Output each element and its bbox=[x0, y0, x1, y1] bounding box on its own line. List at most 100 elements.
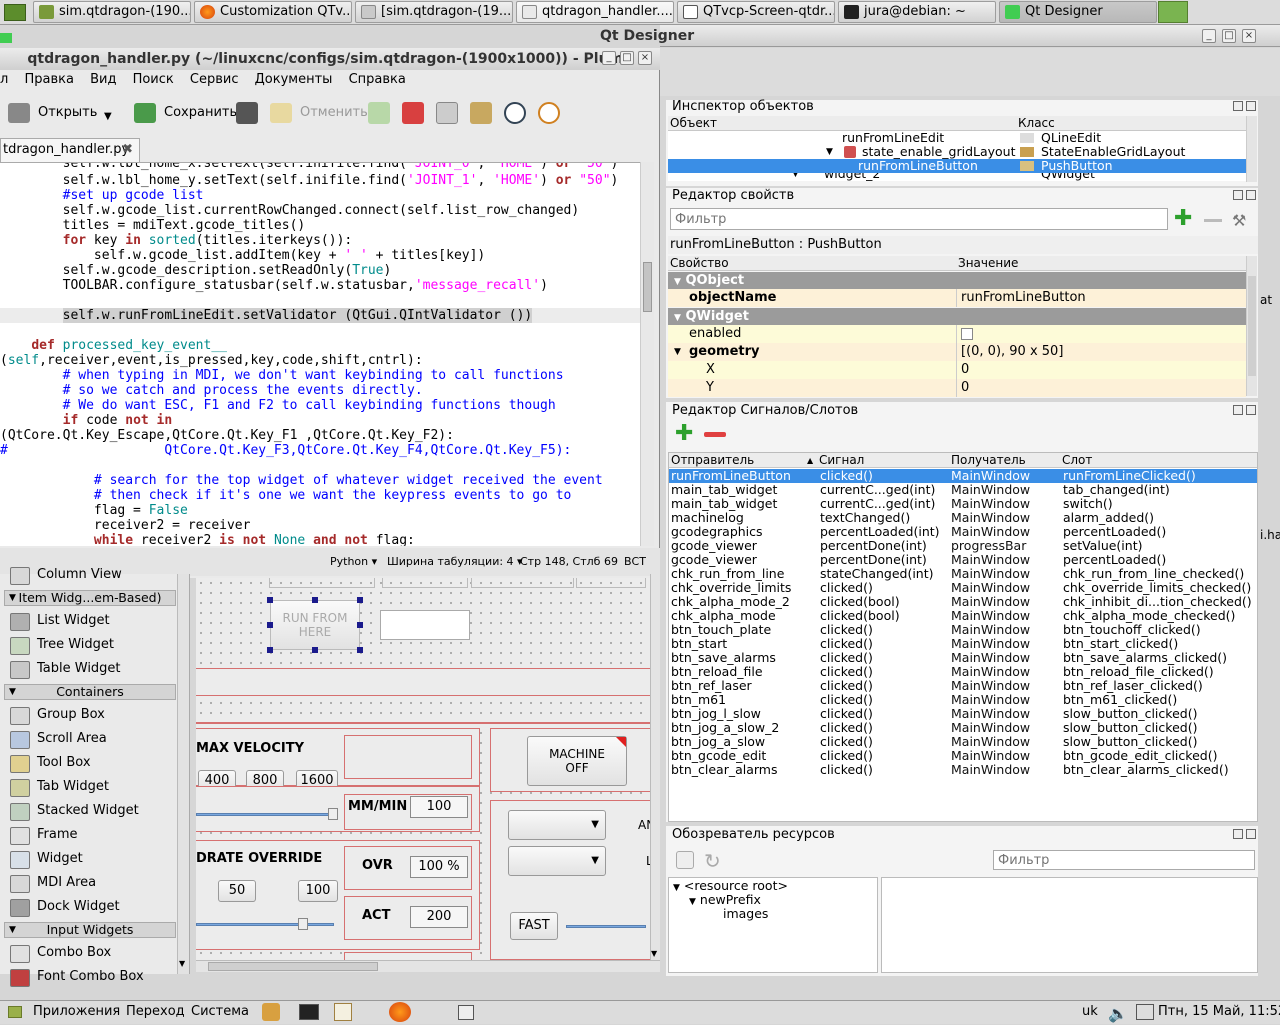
widget-item[interactable]: Frame bbox=[10, 824, 78, 848]
terminal-launcher-icon[interactable] bbox=[299, 1004, 319, 1020]
save-button[interactable]: Сохранить bbox=[130, 100, 237, 126]
enabled-checkbox[interactable] bbox=[961, 328, 973, 340]
fast-button[interactable]: FAST bbox=[510, 912, 558, 940]
editor-scrollbar[interactable] bbox=[640, 162, 654, 546]
task-firefox[interactable]: Customization QTv... bbox=[194, 1, 352, 23]
signal-slot-row[interactable]: chk_override_limits clicked() MainWindow ch… bbox=[669, 581, 1257, 595]
inspector-row[interactable]: ▼ widget_2 QWidget bbox=[668, 173, 1246, 181]
reload-icon[interactable]: ↻ bbox=[704, 849, 721, 873]
add-connection-icon[interactable]: ✚ bbox=[675, 423, 693, 445]
signal-slot-row[interactable]: btn_reload_file clicked() MainWindow btn_re… bbox=[669, 665, 1257, 679]
signal-slot-row[interactable]: machinelog textChanged() MainWindow alarm_a… bbox=[669, 511, 1257, 525]
form-canvas[interactable]: RUN FROM HERE MAX VELOCITY 400 800 1600 … bbox=[196, 578, 650, 960]
float-icon[interactable] bbox=[1233, 101, 1243, 111]
feed-slider[interactable] bbox=[196, 923, 334, 926]
run-from-line-button[interactable]: RUN FROM HERE bbox=[270, 600, 360, 650]
remove-connection-icon[interactable] bbox=[704, 432, 726, 437]
widget-item[interactable]: Group Box bbox=[10, 704, 105, 728]
volume-icon[interactable]: 🔈 bbox=[1108, 1003, 1128, 1025]
redo-icon[interactable] bbox=[368, 102, 390, 124]
property-filter-input[interactable] bbox=[670, 208, 1168, 230]
close-button[interactable]: × bbox=[1242, 29, 1256, 43]
keyboard-layout[interactable]: uk bbox=[1082, 1001, 1098, 1023]
resource-filter-input[interactable] bbox=[993, 850, 1255, 870]
inspector-row-selected[interactable]: runFromLineButton PushButton bbox=[668, 159, 1246, 173]
widget-item[interactable]: Stacked Widget bbox=[10, 800, 139, 824]
property-group-qobject[interactable]: ▼ QObject bbox=[668, 272, 1246, 289]
property-row[interactable]: ▼ geometry [(0, 0), 90 x 50] bbox=[668, 343, 1246, 361]
widget-item[interactable]: Column View bbox=[10, 564, 122, 588]
widget-item[interactable]: List Widget bbox=[10, 610, 110, 634]
copy-icon[interactable] bbox=[436, 102, 458, 124]
signal-slot-row[interactable]: btn_jog_l_slow clicked() MainWindow slow_bu… bbox=[669, 707, 1257, 721]
widget-item[interactable]: Tool Box bbox=[10, 752, 91, 776]
applications-menu[interactable]: Приложения bbox=[33, 1001, 120, 1023]
collapse-arrow-icon[interactable]: ▼ bbox=[792, 173, 799, 181]
property-row[interactable]: Y 0 bbox=[668, 379, 1246, 397]
property-group-qwidget[interactable]: ▼ QWidget bbox=[668, 308, 1246, 325]
search-icon[interactable] bbox=[504, 102, 526, 124]
velocity-slider-handle[interactable] bbox=[328, 808, 338, 820]
signal-slot-row[interactable]: btn_m61 clicked() MainWindow btn_m61_clicke… bbox=[669, 693, 1257, 707]
maximize-button[interactable]: □ bbox=[1222, 29, 1236, 43]
signal-slot-row[interactable]: btn_jog_a_slow clicked() MainWindow slow_bu… bbox=[669, 735, 1257, 749]
signal-slot-row[interactable]: btn_save_alarms clicked() MainWindow btn_sa… bbox=[669, 651, 1257, 665]
combo-box-1[interactable]: ▼ bbox=[508, 810, 606, 840]
task-pluma[interactable]: qtdragon_handler.... bbox=[516, 1, 674, 23]
task-qtvcp[interactable]: QTvcp-Screen-qtdr... bbox=[677, 1, 835, 23]
document-tab[interactable]: tdragon_handler.py ✖ bbox=[0, 138, 140, 162]
close-icon[interactable] bbox=[1246, 829, 1256, 839]
feed-slider-handle[interactable] bbox=[298, 918, 308, 930]
collapse-arrow-icon[interactable]: ▼ bbox=[674, 343, 681, 361]
menu-tools[interactable]: Сервис bbox=[190, 72, 239, 87]
float-icon[interactable] bbox=[1233, 829, 1243, 839]
configure-icon[interactable]: ⚒ bbox=[1232, 211, 1252, 230]
code-editor[interactable]: self.w.lbl_home_x.setText(self.inifile.f… bbox=[0, 162, 654, 546]
edit-resources-icon[interactable] bbox=[676, 851, 694, 869]
remove-property-icon[interactable] bbox=[1204, 219, 1222, 222]
tool-launcher-icon[interactable] bbox=[262, 1003, 280, 1021]
float-icon[interactable] bbox=[1233, 405, 1243, 415]
open-button[interactable]: Открыть bbox=[4, 100, 97, 126]
menu-documents[interactable]: Документы bbox=[255, 72, 333, 87]
feed-50-button[interactable]: 50 bbox=[218, 880, 256, 902]
widget-item[interactable]: Tab Widget bbox=[10, 776, 109, 800]
signal-slot-row[interactable]: gcode_viewer percentDone(int) MainWindow pe… bbox=[669, 553, 1257, 567]
inspector-row[interactable]: ▼ state_enable_gridLayout StateEnableGri… bbox=[668, 145, 1246, 159]
close-icon[interactable] bbox=[1246, 190, 1256, 200]
menu-help[interactable]: Справка bbox=[349, 72, 406, 87]
widget-category[interactable]: ▼ Item Widg...em-Based) bbox=[4, 590, 176, 606]
float-icon[interactable] bbox=[1233, 190, 1243, 200]
property-scrollbar[interactable] bbox=[1246, 256, 1257, 396]
signal-slot-row[interactable]: gcodegraphics percentLoaded(int) MainWindo… bbox=[669, 525, 1257, 539]
resource-prefix[interactable]: ▼ newPrefix bbox=[689, 893, 761, 908]
run-from-line-edit[interactable] bbox=[380, 610, 470, 640]
system-menu[interactable]: Система bbox=[191, 1001, 249, 1023]
menu-view[interactable]: Вид bbox=[90, 72, 116, 87]
combo-box-2[interactable]: ▼ bbox=[508, 846, 606, 876]
task-terminal[interactable]: jura@debian: ~ bbox=[838, 1, 996, 23]
widget-box-scrollbar[interactable]: ▼ bbox=[177, 574, 189, 974]
widget-item[interactable]: Combo Box bbox=[10, 942, 111, 966]
cut-icon[interactable] bbox=[402, 102, 424, 124]
search-replace-icon[interactable] bbox=[538, 102, 560, 124]
resource-images[interactable]: images bbox=[723, 907, 768, 921]
menu-edit[interactable]: Правка bbox=[24, 72, 73, 87]
close-icon[interactable] bbox=[1246, 405, 1256, 415]
show-desktop-icon[interactable] bbox=[4, 4, 26, 21]
signal-slot-row[interactable]: chk_alpha_mode clicked(bool) MainWindow chk… bbox=[669, 609, 1257, 623]
firefox-launcher-icon[interactable] bbox=[389, 1002, 411, 1022]
widget-item[interactable]: Scroll Area bbox=[10, 728, 107, 752]
widget-category[interactable]: ▼ Input Widgets bbox=[4, 922, 176, 938]
maximize-button[interactable]: □ bbox=[620, 51, 634, 65]
workspace-switcher[interactable] bbox=[1158, 1, 1188, 23]
language-selector[interactable]: Python ▾ bbox=[330, 548, 377, 576]
clock[interactable]: Птн, 15 Май, 11:52 bbox=[1158, 1001, 1280, 1023]
signal-slot-row[interactable]: btn_start clicked() MainWindow btn_start_cl… bbox=[669, 637, 1257, 651]
signal-slot-row[interactable]: btn_ref_laser clicked() MainWindow btn_ref_… bbox=[669, 679, 1257, 693]
signal-slot-row[interactable]: btn_gcode_edit clicked() MainWindow btn_gco… bbox=[669, 749, 1257, 763]
task-sim-qtdragon-folder[interactable]: [sim.qtdragon-(19... bbox=[355, 1, 513, 23]
resource-root[interactable]: ▼ <resource root> bbox=[673, 879, 788, 894]
signal-slot-row[interactable]: chk_run_from_line stateChanged(int) MainWi… bbox=[669, 567, 1257, 581]
minimize-button[interactable]: _ bbox=[602, 51, 616, 65]
